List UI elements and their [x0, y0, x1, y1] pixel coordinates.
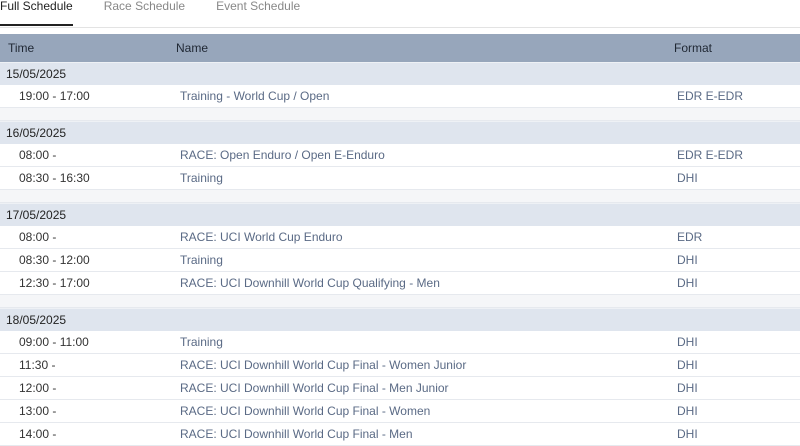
row-name: RACE: UCI Downhill World Cup Final - Wom…	[180, 404, 431, 418]
row-format: DHI	[677, 171, 698, 185]
date-label: 16/05/2025	[6, 126, 67, 140]
table-row[interactable]: 09:00 - 11:00 Training DHI	[0, 331, 800, 354]
table-row[interactable]: 13:00 - RACE: UCI Downhill World Cup Fina…	[0, 400, 800, 423]
table-row[interactable]: 19:00 - 17:00 Training - World Cup / Open…	[0, 85, 800, 108]
row-name: RACE: UCI Downhill World Cup Qualifying …	[180, 276, 440, 290]
row-time: 13:00 -	[19, 404, 57, 418]
row-name: RACE: UCI Downhill World Cup Final - Men…	[180, 381, 449, 395]
row-format: DHI	[677, 253, 698, 267]
row-name: RACE: Open Enduro / Open E-Enduro	[180, 148, 385, 162]
tab-full-schedule[interactable]: Full Schedule	[0, 0, 73, 26]
table-row[interactable]: 11:30 - RACE: UCI Downhill World Cup Fina…	[0, 354, 800, 377]
row-time: 08:00 -	[19, 230, 57, 244]
date-label: 17/05/2025	[6, 208, 67, 222]
row-format: DHI	[677, 404, 698, 418]
date-group-header: 15/05/2025	[0, 62, 800, 85]
row-format: DHI	[677, 335, 698, 349]
row-format: DHI	[677, 276, 698, 290]
group-spacer	[0, 295, 800, 308]
row-time: 12:00 -	[19, 381, 57, 395]
date-group-header: 18/05/2025	[0, 308, 800, 331]
row-time: 14:00 -	[19, 427, 57, 441]
table-row[interactable]: 14:00 - RACE: UCI Downhill World Cup Fina…	[0, 423, 800, 446]
group-spacer	[0, 190, 800, 203]
schedule-tabs: Full Schedule Race Schedule Event Schedu…	[0, 0, 800, 28]
tab-event-schedule[interactable]: Event Schedule	[216, 0, 300, 26]
row-format: EDR E-EDR	[677, 89, 744, 103]
row-name: Training	[180, 335, 223, 349]
header-format: Format	[674, 41, 713, 55]
row-time: 11:30 -	[19, 358, 56, 372]
table-header: Time Name Format	[0, 34, 800, 62]
header-name: Name	[176, 41, 209, 55]
row-format: DHI	[677, 381, 698, 395]
table-row[interactable]: 08:30 - 12:00 Training DHI	[0, 249, 800, 272]
row-name: Training	[180, 253, 223, 267]
row-format: DHI	[677, 427, 698, 441]
date-group-header: 16/05/2025	[0, 121, 800, 144]
tab-race-schedule[interactable]: Race Schedule	[104, 0, 185, 26]
header-time: Time	[8, 41, 35, 55]
row-name: RACE: UCI World Cup Enduro	[180, 230, 343, 244]
table-row[interactable]: 08:00 - RACE: Open Enduro / Open E-Enduro…	[0, 144, 800, 167]
row-time: 12:30 - 17:00	[19, 276, 90, 290]
date-label: 18/05/2025	[6, 313, 67, 327]
row-time: 09:00 - 11:00	[19, 335, 89, 349]
table-row[interactable]: 12:00 - RACE: UCI Downhill World Cup Fina…	[0, 377, 800, 400]
row-name: RACE: UCI Downhill World Cup Final - Wom…	[180, 358, 467, 372]
row-time: 08:00 -	[19, 148, 57, 162]
group-spacer	[0, 108, 800, 121]
row-name: Training	[180, 171, 223, 185]
table-row[interactable]: 08:00 - RACE: UCI World Cup Enduro EDR	[0, 226, 800, 249]
date-group-header: 17/05/2025	[0, 203, 800, 226]
row-format: EDR	[677, 230, 703, 244]
row-time: 08:30 - 16:30	[19, 171, 90, 185]
date-label: 15/05/2025	[6, 67, 67, 81]
row-name: Training - World Cup / Open	[180, 89, 330, 103]
row-name: RACE: UCI Downhill World Cup Final - Men	[180, 427, 413, 441]
row-time: 08:30 - 12:00	[19, 253, 90, 267]
row-time: 19:00 - 17:00	[19, 89, 90, 103]
table-row[interactable]: 12:30 - 17:00 RACE: UCI Downhill World Cu…	[0, 272, 800, 295]
row-format: EDR E-EDR	[677, 148, 744, 162]
table-row[interactable]: 08:30 - 16:30 Training DHI	[0, 167, 800, 190]
row-format: DHI	[677, 358, 698, 372]
schedule-table: Time Name Format 15/05/2025 19:00 - 17:0…	[0, 34, 800, 446]
